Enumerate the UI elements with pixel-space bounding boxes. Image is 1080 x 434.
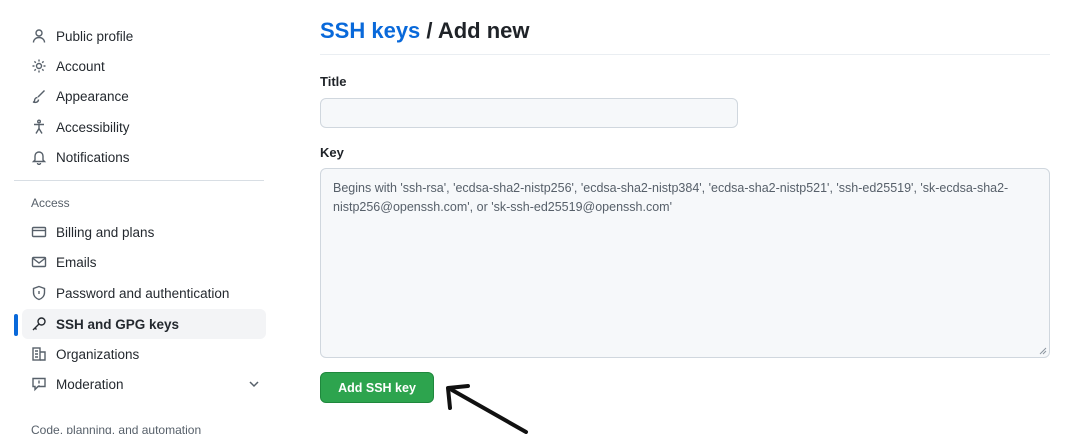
sidebar-item-notifications[interactable]: Notifications	[22, 142, 266, 172]
breadcrumb-ssh-keys-link[interactable]: SSH keys	[320, 18, 420, 43]
add-ssh-key-button[interactable]: Add SSH key	[320, 372, 434, 403]
active-indicator	[14, 314, 18, 336]
sidebar-item-organizations[interactable]: Organizations	[22, 339, 266, 369]
title-input[interactable]	[320, 98, 738, 128]
sidebar-item-label: Appearance	[56, 88, 129, 104]
page-title: SSH keys / Add new	[320, 18, 530, 44]
gear-icon	[30, 57, 48, 75]
organization-icon	[30, 345, 48, 363]
key-icon	[30, 315, 48, 333]
key-textarea[interactable]: Begins with 'ssh-rsa', 'ecdsa-sha2-nistp…	[320, 168, 1050, 358]
report-icon	[30, 375, 48, 393]
sidebar-item-ssh-gpg-keys[interactable]: SSH and GPG keys	[22, 309, 266, 339]
accessibility-icon	[30, 118, 48, 136]
sidebar-item-label: Moderation	[56, 376, 124, 392]
breadcrumb-current: Add new	[437, 18, 530, 43]
add-ssh-key-form: SSH keys / Add new Title Key Begins with…	[320, 0, 1050, 434]
shield-lock-icon	[30, 284, 48, 302]
sidebar-item-label: Password and authentication	[56, 285, 230, 301]
bell-icon	[30, 148, 48, 166]
sidebar-item-password[interactable]: Password and authentication	[22, 278, 266, 308]
sidebar-item-label: SSH and GPG keys	[56, 316, 180, 332]
resize-handle-icon[interactable]	[1039, 347, 1047, 355]
sidebar-item-label: Billing and plans	[56, 224, 155, 240]
sidebar-item-label: Account	[56, 58, 105, 74]
sidebar-section-heading: Code, planning, and automation	[31, 423, 202, 434]
sidebar-item-label: Organizations	[56, 346, 140, 362]
mail-icon	[30, 253, 48, 271]
breadcrumb-separator: /	[420, 18, 438, 43]
key-label: Key	[320, 145, 344, 160]
settings-page: Public profile Account Appearance Access…	[0, 0, 1080, 434]
sidebar-item-moderation[interactable]: Moderation	[22, 369, 266, 399]
sidebar-item-appearance[interactable]: Appearance	[22, 81, 266, 111]
chevron-down-icon[interactable]	[246, 376, 262, 392]
pointer-arrow-icon	[446, 384, 528, 434]
title-label: Title	[320, 74, 347, 89]
sidebar-item-billing[interactable]: Billing and plans	[22, 217, 266, 247]
key-placeholder: Begins with 'ssh-rsa', 'ecdsa-sha2-nistp…	[333, 181, 1009, 214]
sidebar-item-account[interactable]: Account	[22, 51, 266, 81]
settings-sidebar: Public profile Account Appearance Access…	[0, 0, 280, 434]
sidebar-item-label: Emails	[56, 254, 97, 270]
header-divider	[320, 54, 1050, 55]
sidebar-section-heading: Access	[31, 196, 70, 210]
sidebar-item-accessibility[interactable]: Accessibility	[22, 112, 266, 142]
sidebar-item-emails[interactable]: Emails	[22, 247, 266, 277]
sidebar-item-public-profile[interactable]: Public profile	[22, 21, 266, 51]
sidebar-item-label: Public profile	[56, 28, 134, 44]
sidebar-divider	[14, 180, 264, 181]
person-icon	[30, 27, 48, 45]
paintbrush-icon	[30, 87, 48, 105]
credit-card-icon	[30, 223, 48, 241]
sidebar-item-label: Accessibility	[56, 119, 130, 135]
sidebar-item-label: Notifications	[56, 149, 130, 165]
